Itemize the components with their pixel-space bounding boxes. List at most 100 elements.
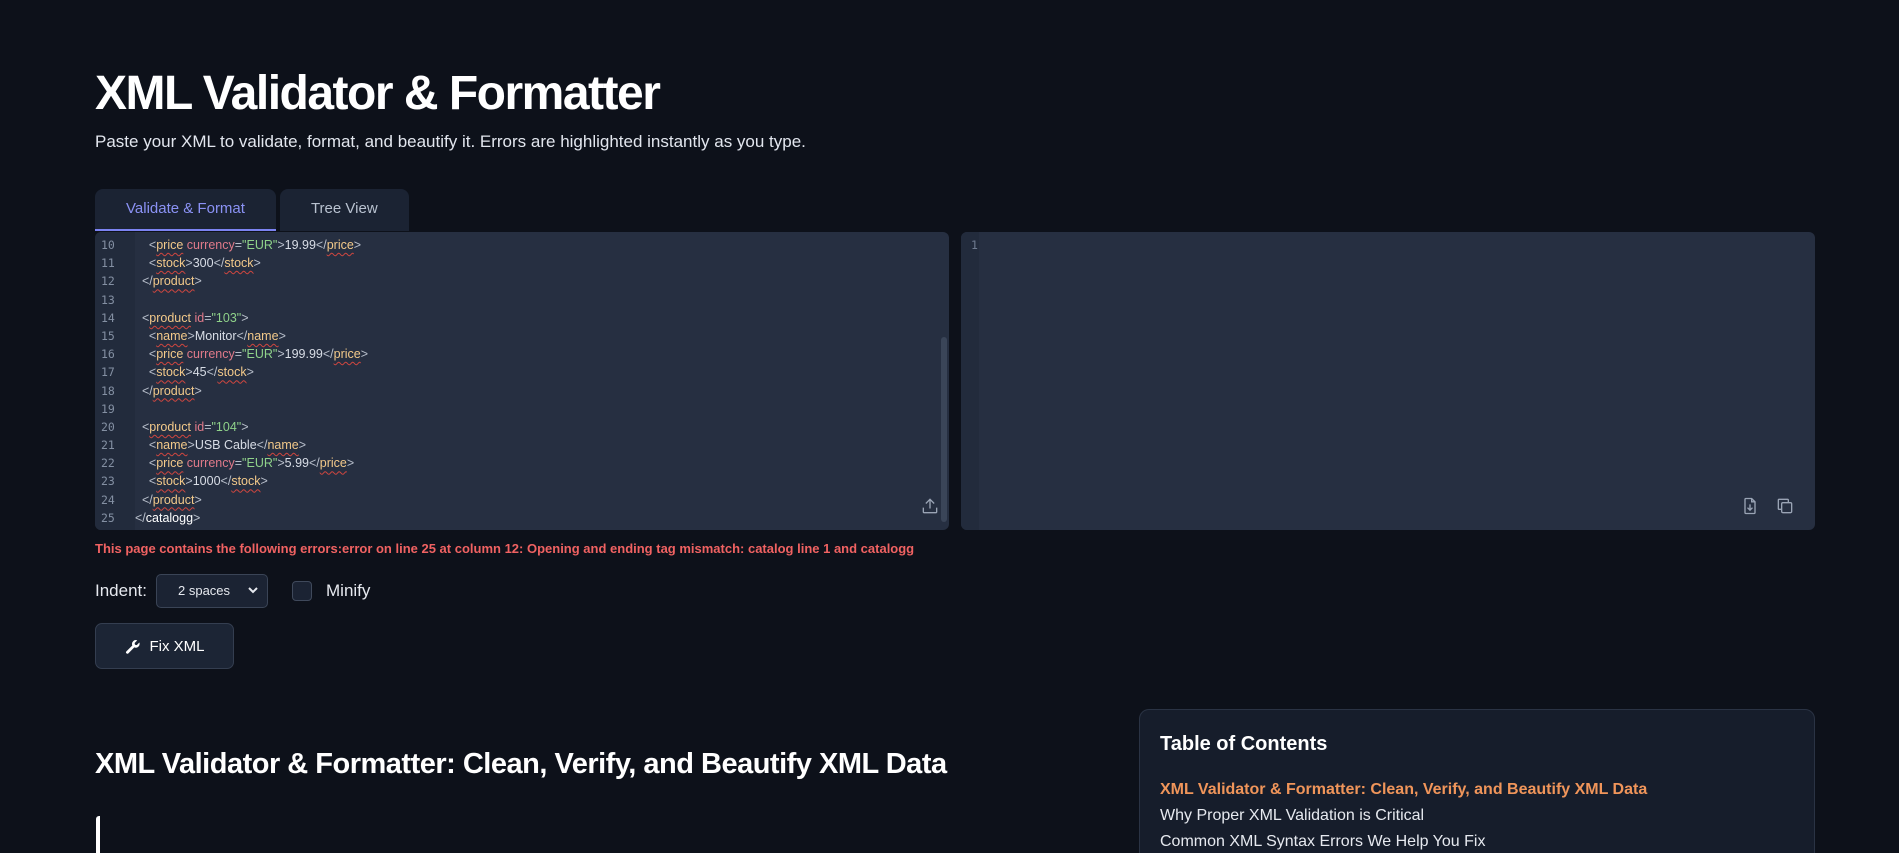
code-area[interactable]: 10 <price currency="EUR">19.99</price> 11… bbox=[95, 236, 935, 527]
wrench-icon bbox=[126, 639, 141, 654]
minify-label[interactable]: Minify bbox=[326, 581, 370, 601]
upload-icon[interactable] bbox=[917, 493, 943, 519]
toc-item[interactable]: XML Validator & Formatter: Clean, Verify… bbox=[1160, 777, 1647, 803]
fix-xml-label: Fix XML bbox=[149, 637, 205, 655]
xml-input-editor[interactable]: 10 <price currency="EUR">19.99</price> 11… bbox=[95, 232, 949, 530]
code-line: 10 <price currency="EUR">19.99</price> bbox=[95, 236, 935, 254]
code-attribute: id bbox=[194, 310, 205, 325]
code-text: Monitor bbox=[194, 328, 237, 343]
line-number: 16 bbox=[101, 347, 115, 362]
code-punctuation: > bbox=[187, 328, 195, 343]
code-line: 24 </product> bbox=[95, 491, 935, 509]
code-attribute: id bbox=[194, 419, 205, 434]
code-tag: price bbox=[156, 347, 184, 362]
line-number: 25 bbox=[101, 510, 115, 525]
code-attribute: currency bbox=[186, 238, 235, 252]
toc-list: XML Validator & Formatter: Clean, Verify… bbox=[1160, 777, 1647, 853]
code-punctuation: > bbox=[246, 365, 254, 380]
code-line: 16 <price currency="EUR">199.99</price> bbox=[95, 345, 935, 363]
code-line: 19 bbox=[95, 400, 935, 418]
line-number: 21 bbox=[101, 438, 115, 453]
code-punctuation: = bbox=[204, 419, 212, 434]
code-attribute-value: "104" bbox=[211, 419, 242, 434]
xml-output-editor[interactable]: 1 bbox=[961, 232, 1815, 530]
code-content: <price currency="EUR">19.99</price> bbox=[135, 236, 361, 254]
indent-select-value: 2 spaces bbox=[178, 583, 231, 598]
code-content: <name>USB Cable</name> bbox=[135, 436, 306, 454]
toc-item[interactable]: Why Proper XML Validation is Critical bbox=[1160, 803, 1647, 829]
code-punctuation: </ bbox=[315, 238, 327, 252]
code-line: 12 </product> bbox=[95, 272, 935, 290]
code-tag: price bbox=[326, 238, 354, 252]
article-heading: XML Validator & Formatter: Clean, Verify… bbox=[95, 748, 947, 780]
output-line-number: 1 bbox=[971, 238, 978, 252]
chevron-down-icon bbox=[248, 586, 258, 593]
code-punctuation: = bbox=[204, 310, 212, 325]
code-text: 199.99 bbox=[284, 347, 323, 362]
code-tag: name bbox=[156, 438, 188, 453]
code-content: <stock>45</stock> bbox=[135, 363, 254, 381]
tab-validate-format[interactable]: Validate & Format bbox=[95, 189, 276, 231]
line-number: 12 bbox=[101, 274, 115, 289]
minify-checkbox[interactable] bbox=[292, 580, 312, 601]
copy-icon[interactable] bbox=[1772, 493, 1798, 519]
code-punctuation: > bbox=[253, 256, 261, 271]
code-content: <product id="104"> bbox=[135, 418, 249, 436]
code-tag: product bbox=[149, 419, 191, 434]
code-attribute-value: "EUR" bbox=[242, 347, 278, 362]
code-text: 300 bbox=[192, 256, 214, 271]
code-punctuation: > bbox=[185, 365, 193, 380]
code-text: 45 bbox=[192, 365, 207, 380]
line-number: 15 bbox=[101, 328, 115, 343]
code-punctuation: > bbox=[185, 474, 193, 489]
code-line: 21 <name>USB Cable</name> bbox=[95, 436, 935, 454]
page: XML Validator & Formatter Paste your XML… bbox=[95, 0, 1815, 853]
code-tag: catalogg bbox=[145, 510, 194, 525]
table-of-contents: Table of Contents XML Validator & Format… bbox=[1139, 709, 1815, 853]
code-content: <product id="103"> bbox=[135, 309, 249, 327]
code-line: 17 <stock>45</stock> bbox=[95, 363, 935, 381]
tab-tree-view[interactable]: Tree View bbox=[279, 189, 409, 231]
code-punctuation: = bbox=[234, 456, 243, 471]
code-punctuation: > bbox=[193, 510, 201, 525]
line-number: 18 bbox=[101, 383, 115, 398]
code-line: 13 bbox=[95, 291, 935, 309]
code-tag: price bbox=[319, 456, 347, 471]
code-punctuation: > bbox=[360, 347, 369, 362]
code-punctuation: > bbox=[277, 456, 285, 471]
code-punctuation: </ bbox=[220, 474, 232, 489]
download-file-icon[interactable] bbox=[1737, 493, 1763, 519]
code-tag: stock bbox=[231, 474, 261, 489]
code-tag: price bbox=[156, 456, 184, 471]
code-text: 19.99 bbox=[284, 238, 316, 252]
blockquote-bar bbox=[96, 816, 100, 853]
code-content: </product> bbox=[135, 491, 202, 509]
indent-select[interactable]: 2 spaces bbox=[156, 573, 268, 608]
code-line: 14 <product id="103"> bbox=[95, 309, 935, 327]
code-text: 1000 bbox=[192, 474, 221, 489]
code-tag: stock bbox=[156, 474, 186, 489]
code-tag: product bbox=[152, 492, 195, 507]
toc-item[interactable]: Common XML Syntax Errors We Help You Fix bbox=[1160, 829, 1647, 853]
code-punctuation: </ bbox=[236, 328, 248, 343]
code-punctuation: > bbox=[241, 310, 249, 325]
code-content: <price currency="EUR">5.99</price> bbox=[135, 454, 354, 472]
code-line: 20 <product id="104"> bbox=[95, 418, 935, 436]
code-punctuation: > bbox=[194, 492, 202, 507]
code-punctuation: </ bbox=[141, 274, 153, 289]
code-punctuation: </ bbox=[256, 438, 268, 453]
fix-xml-button[interactable]: Fix XML bbox=[95, 623, 234, 669]
page-subtitle: Paste your XML to validate, format, and … bbox=[95, 132, 806, 151]
code-punctuation: = bbox=[234, 347, 243, 362]
code-line: 15 <name>Monitor</name> bbox=[95, 327, 935, 345]
code-line: 11 <stock>300</stock> bbox=[95, 254, 935, 272]
